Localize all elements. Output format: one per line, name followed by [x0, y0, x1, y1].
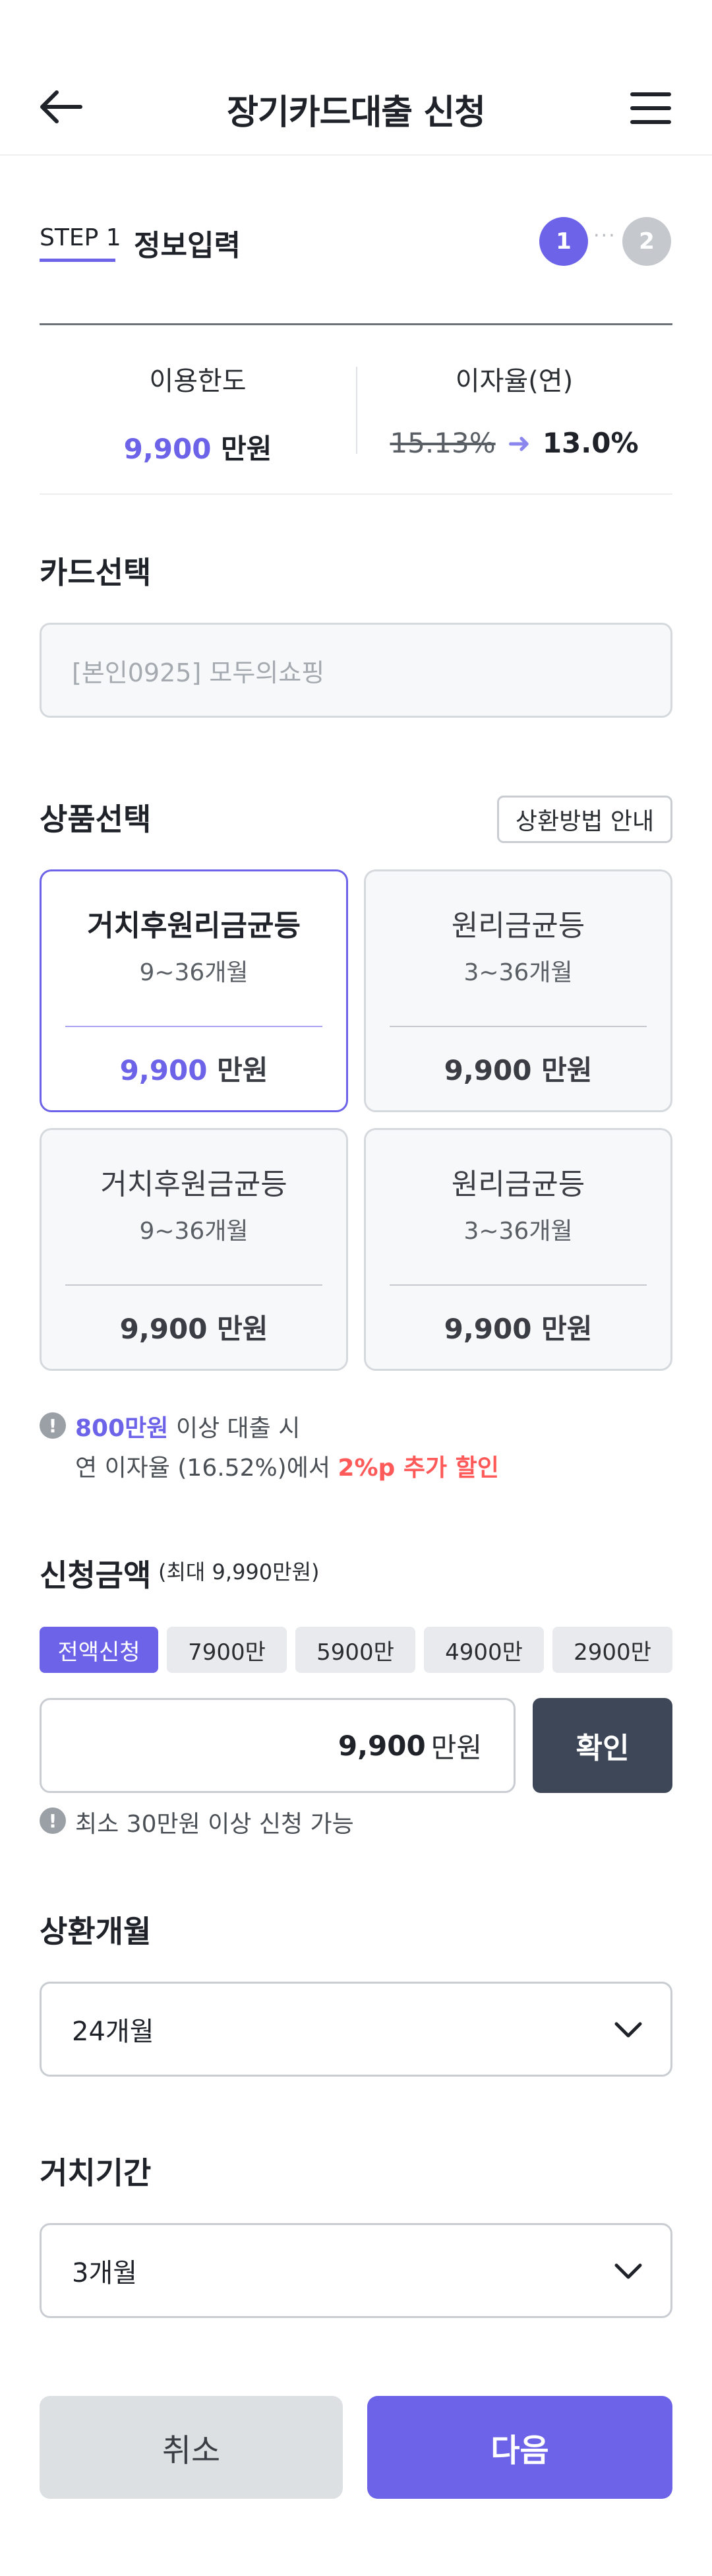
step-label: STEP 1 — [40, 224, 121, 251]
discount-line1-text: 이상 대출 시 — [168, 1415, 301, 1442]
repayment-guide-button[interactable]: 상환방법 안내 — [497, 796, 672, 843]
card-section-title: 카드선택 — [40, 555, 152, 590]
product-amount-unit: 만원 — [217, 1054, 268, 1086]
product-amount-unit: 만원 — [541, 1054, 593, 1086]
product-amount-value: 9,900 — [444, 1313, 532, 1345]
new-rate: 13.0% — [542, 427, 639, 459]
step-indicator-1: 1 — [539, 217, 588, 266]
product-amount-unit: 만원 — [541, 1313, 593, 1345]
discount-info-line2: 연 이자율 (16.52%)에서 2%p 추가 할인 — [75, 1449, 499, 1483]
limit-label: 이용한도 — [149, 366, 247, 396]
rate-value: 15.13% ➜ 13.0% — [356, 427, 672, 459]
amount-section-title: 신청금액 — [40, 1557, 152, 1593]
step-underline — [40, 259, 115, 262]
hamburger-menu-icon — [630, 106, 671, 110]
chevron-down-icon — [614, 2263, 642, 2279]
info-icon: ! — [40, 1807, 66, 1834]
limit-amount: 9,900 — [123, 433, 212, 465]
rate-label: 이자율(연) — [455, 366, 574, 396]
arrow-right-icon: ➜ — [507, 427, 531, 459]
chip-full-amount[interactable]: 전액신청 — [40, 1627, 158, 1673]
chip-5900[interactable]: 5900만 — [295, 1627, 415, 1673]
discount-threshold: 800만원 — [75, 1415, 169, 1442]
product-amount-unit: 만원 — [217, 1313, 268, 1345]
divider — [40, 493, 672, 495]
chip-2900[interactable]: 2900만 — [552, 1627, 672, 1673]
limit-unit: 만원 — [221, 433, 272, 465]
hamburger-menu-icon — [630, 92, 671, 96]
grace-period-select[interactable]: 3개월 — [40, 2223, 672, 2318]
amount-input-value: 9,900 — [338, 1729, 426, 1762]
chip-7900[interactable]: 7900만 — [167, 1627, 287, 1673]
divider — [40, 323, 672, 325]
product-card[interactable]: 원리금균등 3~36개월 9,900 만원 — [364, 1128, 672, 1371]
grace-period-value: 3개월 — [72, 2258, 138, 2288]
min-amount-note: 최소 30만원 이상 신청 가능 — [75, 1811, 354, 1838]
step-indicator-2: 2 — [622, 217, 671, 266]
repay-months-value: 24개월 — [72, 2017, 154, 2047]
cancel-button[interactable]: 취소 — [40, 2396, 343, 2499]
grace-section-title: 거치기간 — [40, 2155, 152, 2191]
product-name: 거치후원리금균등 — [87, 909, 301, 943]
product-amount-value: 9,900 — [444, 1054, 532, 1086]
confirm-button[interactable]: 확인 — [533, 1698, 672, 1793]
repay-section-title: 상환개월 — [40, 1914, 152, 1949]
product-amount: 9,900 만원 — [42, 1048, 346, 1088]
product-amount-value: 9,900 — [119, 1054, 208, 1086]
repay-months-select[interactable]: 24개월 — [40, 1982, 672, 2077]
rate-summary: 이자율(연) 15.13% ➜ 13.0% — [356, 360, 672, 459]
step-title: 정보입력 — [134, 229, 241, 263]
product-divider — [65, 1026, 322, 1027]
card-select-field[interactable]: [본인0925] 모두의쇼핑 — [40, 623, 672, 718]
max-amount-note: (최대 9,990만원) — [158, 1559, 320, 1585]
step-connector: ··· — [593, 224, 616, 247]
menu-button[interactable] — [630, 92, 671, 124]
product-amount: 9,900 만원 — [366, 1048, 670, 1088]
app-header: 장기카드대출 신청 — [0, 0, 712, 156]
product-section-title: 상품선택 — [40, 801, 152, 837]
product-term: 9~36개월 — [139, 959, 249, 986]
chip-4900[interactable]: 4900만 — [424, 1627, 544, 1673]
product-name: 원리금균등 — [451, 1168, 585, 1201]
page-title: 장기카드대출 신청 — [227, 93, 486, 133]
product-amount: 9,900 만원 — [366, 1307, 670, 1347]
amount-input[interactable]: 9,900 만원 — [40, 1698, 516, 1793]
hamburger-menu-icon — [630, 120, 671, 124]
product-amount-value: 9,900 — [119, 1313, 208, 1345]
product-term: 9~36개월 — [139, 1218, 249, 1245]
product-card[interactable]: 원리금균등 3~36개월 9,900 만원 — [364, 869, 672, 1112]
product-term: 3~36개월 — [463, 1218, 573, 1245]
limit-summary: 이용한도 9,900 만원 — [40, 360, 356, 467]
chevron-down-icon — [614, 2022, 642, 2038]
amount-input-unit: 만원 — [430, 1731, 482, 1764]
old-rate: 15.13% — [390, 427, 496, 459]
limit-value: 9,900 만원 — [40, 427, 356, 467]
product-divider — [390, 1026, 647, 1027]
discount-extra: 2%p 추가 할인 — [338, 1455, 499, 1482]
product-card[interactable]: 거치후원리금균등 9~36개월 9,900 만원 — [40, 869, 348, 1112]
next-button[interactable]: 다음 — [367, 2396, 672, 2499]
discount-info-line1: 800만원 이상 대출 시 — [75, 1409, 300, 1443]
product-divider — [390, 1284, 647, 1286]
product-term: 3~36개월 — [463, 959, 573, 986]
discount-line2-text: 연 이자율 (16.52%)에서 — [75, 1455, 338, 1482]
product-amount: 9,900 만원 — [42, 1307, 346, 1347]
product-name: 거치후원금균등 — [100, 1168, 287, 1201]
product-card[interactable]: 거치후원금균등 9~36개월 9,900 만원 — [40, 1128, 348, 1371]
product-name: 원리금균등 — [451, 909, 585, 943]
info-icon: ! — [40, 1412, 66, 1439]
product-divider — [65, 1284, 322, 1286]
